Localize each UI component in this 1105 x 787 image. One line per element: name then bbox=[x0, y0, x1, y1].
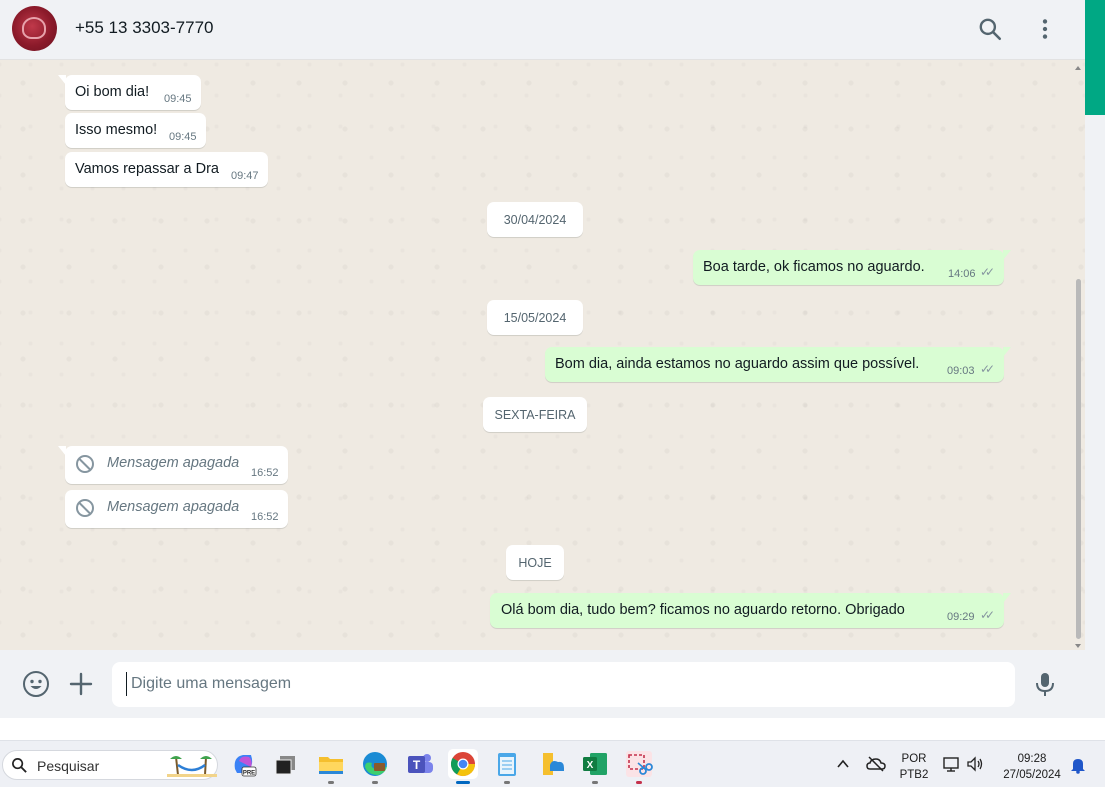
emoji-icon[interactable] bbox=[22, 670, 50, 698]
scroll-down-icon[interactable] bbox=[1075, 644, 1081, 648]
message-text: Oi bom dia! bbox=[75, 84, 150, 100]
copilot-icon[interactable]: PRE bbox=[229, 749, 259, 779]
blocked-icon bbox=[76, 455, 94, 473]
svg-text:X: X bbox=[587, 760, 594, 771]
message-text: Vamos repassar a Dra bbox=[75, 161, 219, 177]
running-indicator bbox=[328, 781, 334, 784]
search-icon[interactable] bbox=[977, 16, 1003, 42]
windows-taskbar: Pesquisar PRE T X POR PTB2 09:28 27/05/2… bbox=[0, 740, 1105, 787]
message-input-box bbox=[112, 662, 1015, 707]
chevron-up-icon[interactable] bbox=[836, 758, 850, 770]
notification-bell-icon[interactable] bbox=[1070, 756, 1086, 774]
message-time: 09:45 bbox=[164, 93, 192, 105]
plus-icon[interactable] bbox=[67, 670, 95, 698]
svg-text:PRE: PRE bbox=[243, 771, 255, 777]
blocked-icon bbox=[76, 499, 94, 517]
read-ticks-icon: ✓✓ bbox=[980, 265, 995, 279]
clock-time: 09:28 bbox=[1017, 753, 1047, 765]
search-icon bbox=[12, 758, 27, 773]
window-side-strip bbox=[1085, 0, 1105, 718]
bubble-tail bbox=[58, 446, 66, 456]
message-time: 16:52 bbox=[251, 511, 279, 523]
message-outgoing[interactable]: Olá bom dia, tudo bem? ficamos no aguard… bbox=[490, 593, 1011, 628]
running-indicator bbox=[592, 781, 598, 784]
message-time: 09:03 bbox=[947, 365, 975, 377]
active-indicator bbox=[456, 781, 470, 784]
onedrive-offline-icon[interactable] bbox=[866, 755, 886, 773]
message-time: 14:06 bbox=[948, 268, 976, 280]
message-time: 16:52 bbox=[251, 467, 279, 479]
running-indicator bbox=[636, 781, 642, 784]
message-text: Mensagem apagada bbox=[107, 499, 240, 515]
taskbar-search[interactable]: Pesquisar bbox=[2, 750, 218, 780]
network-icon[interactable] bbox=[942, 755, 961, 773]
message-incoming[interactable]: Vamos repassar a Dra 09:47 bbox=[65, 152, 268, 187]
message-incoming[interactable]: Oi bom dia! 09:45 bbox=[58, 75, 201, 110]
system-clock[interactable]: 09:28 27/05/2024 bbox=[996, 751, 1068, 783]
language-code: POR bbox=[901, 753, 927, 765]
contact-name[interactable]: +55 13 3303-7770 bbox=[75, 18, 214, 38]
whatsapp-window: +55 13 3303-7770 Oi bom dia! 09:45 Isso … bbox=[0, 0, 1085, 718]
task-view-icon[interactable] bbox=[271, 749, 301, 779]
teams-icon[interactable]: T bbox=[405, 749, 435, 779]
bubble-tail bbox=[1003, 347, 1011, 357]
message-text: Mensagem apagada bbox=[107, 455, 240, 471]
date-divider: SEXTA-FEIRA bbox=[483, 397, 587, 432]
chrome-icon[interactable] bbox=[448, 749, 478, 784]
volume-icon[interactable] bbox=[966, 755, 984, 773]
date-divider: 30/04/2024 bbox=[487, 202, 583, 237]
message-text: Isso mesmo! bbox=[75, 122, 158, 138]
message-time: 09:45 bbox=[169, 131, 197, 143]
taskbar-search-label: Pesquisar bbox=[37, 758, 100, 774]
message-list[interactable]: Oi bom dia! 09:45 Isso mesmo! 09:45 Vamo… bbox=[0, 60, 1085, 650]
scroll-up-icon[interactable] bbox=[1075, 66, 1081, 70]
read-ticks-icon: ✓✓ bbox=[980, 608, 995, 622]
bubble-tail bbox=[1003, 593, 1011, 603]
running-indicator bbox=[372, 781, 378, 784]
contact-avatar[interactable] bbox=[12, 6, 57, 51]
avatar-heart-logo bbox=[22, 17, 46, 39]
date-divider: HOJE bbox=[506, 545, 564, 580]
bubble-tail bbox=[1003, 250, 1011, 260]
deleted-message[interactable]: Mensagem apagada 16:52 bbox=[65, 490, 288, 528]
excel-icon[interactable]: X bbox=[580, 749, 610, 784]
message-composer bbox=[0, 650, 1085, 718]
notepad-icon[interactable] bbox=[492, 749, 522, 784]
beach-hammock-icon bbox=[167, 756, 217, 777]
scroll-thumb[interactable] bbox=[1076, 279, 1081, 639]
accent-bar bbox=[1085, 0, 1105, 115]
chat-scrollbar[interactable] bbox=[1073, 64, 1083, 650]
files-icon[interactable] bbox=[538, 749, 568, 779]
message-time: 09:47 bbox=[231, 170, 259, 182]
menu-dots-icon[interactable] bbox=[1032, 16, 1058, 42]
edge-icon[interactable] bbox=[360, 749, 390, 784]
message-text: Olá bom dia, tudo bem? ficamos no aguard… bbox=[501, 602, 905, 618]
message-text: Bom dia, ainda estamos no aguardo assim … bbox=[555, 356, 920, 372]
message-incoming[interactable]: Isso mesmo! 09:45 bbox=[65, 113, 206, 148]
message-outgoing[interactable]: Bom dia, ainda estamos no aguardo assim … bbox=[545, 347, 1011, 382]
message-outgoing[interactable]: Boa tarde, ok ficamos no aguardo. 14:06 … bbox=[693, 250, 1011, 285]
keyboard-layout: PTB2 bbox=[899, 769, 929, 781]
deleted-message[interactable]: Mensagem apagada 16:52 bbox=[58, 446, 288, 484]
running-indicator bbox=[504, 781, 510, 784]
chat-header: +55 13 3303-7770 bbox=[0, 0, 1085, 60]
date-divider: 15/05/2024 bbox=[487, 300, 583, 335]
read-ticks-icon: ✓✓ bbox=[980, 362, 995, 376]
message-time: 09:29 bbox=[947, 611, 975, 623]
message-input[interactable] bbox=[126, 672, 986, 696]
file-explorer-icon[interactable] bbox=[316, 749, 346, 784]
microphone-icon[interactable] bbox=[1031, 670, 1059, 698]
message-text: Boa tarde, ok ficamos no aguardo. bbox=[703, 259, 925, 275]
svg-text:T: T bbox=[413, 758, 421, 772]
input-language-indicator[interactable]: POR PTB2 bbox=[898, 751, 930, 783]
bubble-tail bbox=[58, 75, 66, 85]
snipping-tool-icon[interactable] bbox=[624, 749, 654, 784]
clock-date: 27/05/2024 bbox=[1003, 769, 1061, 781]
